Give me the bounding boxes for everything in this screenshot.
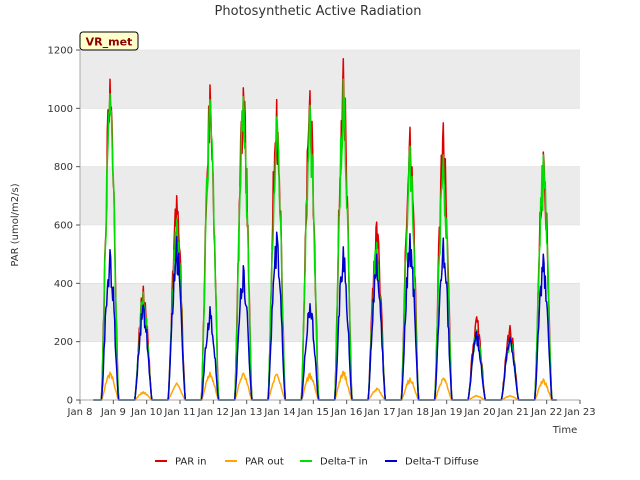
site-label: VR_met [86,36,133,49]
grid-band [80,108,580,167]
x-tick-label: Jan 17 [363,407,395,418]
legend-label: PAR in [175,457,206,468]
y-tick-label: 800 [54,162,73,173]
legend-label: Delta-T Diffuse [405,457,479,468]
legend-label: PAR out [245,457,284,468]
grid-band [80,225,580,284]
y-tick-label: 200 [54,337,73,348]
legend-label: Delta-T in [320,457,368,468]
y-tick-label: 600 [54,221,73,232]
legend-item-par-in: PAR in [155,457,206,468]
x-tick-label: Jan 15 [297,407,329,418]
x-tick-label: Jan 9 [100,407,126,418]
grid-band [80,166,580,225]
legend-item-delta-t-in: Delta-T in [300,457,368,468]
chart-title: Photosynthetic Active Radiation [215,4,422,19]
x-tick-label: Jan 20 [463,407,495,418]
y-tick-label: 1200 [48,46,73,57]
grid-band [80,283,580,342]
y-tick-label: 400 [54,279,73,290]
x-tick-label: Jan 18 [397,407,429,418]
y-axis-ticks: 0 200 400 600 800 1000 1200 [48,46,80,407]
x-tick-label: Jan 19 [430,407,462,418]
x-tick-label: Jan 14 [263,407,295,418]
grid-band [80,50,580,109]
legend-item-delta-t-diffuse: Delta-T Diffuse [385,457,479,468]
x-tick-label: Jan 11 [163,407,195,418]
x-tick-label: Jan 13 [230,407,262,418]
legend-item-par-out: PAR out [225,457,284,468]
legend: PAR in PAR out Delta-T in Delta-T Diffuse [155,457,479,468]
grid-bands [80,49,580,401]
par-chart: 020040060080010001200 Jan 8 Jan 9 Jan 10 Ja… [10,4,596,468]
x-axis-ticks: Jan 8 Jan 9 Jan 10 Jan 11 Jan 12 Jan 13 Jan 14… [67,400,596,418]
y-tick-label: 0 [67,396,73,407]
x-tick-label: Jan 12 [197,407,229,418]
x-tick-label: Jan 10 [130,407,162,418]
x-tick-label: Jan 8 [67,407,93,418]
x-tick-label: Jan 22 [530,407,562,418]
x-axis-label: Time [552,425,577,436]
y-tick-label: 1000 [48,104,73,115]
site-label-box: VR_met [79,31,139,51]
x-tick-label: Jan 16 [330,407,362,418]
y-axis-label: PAR (umol/m2/s) [10,183,21,266]
x-tick-label: Jan 23 [563,407,595,418]
x-tick-label: Jan 21 [497,407,529,418]
